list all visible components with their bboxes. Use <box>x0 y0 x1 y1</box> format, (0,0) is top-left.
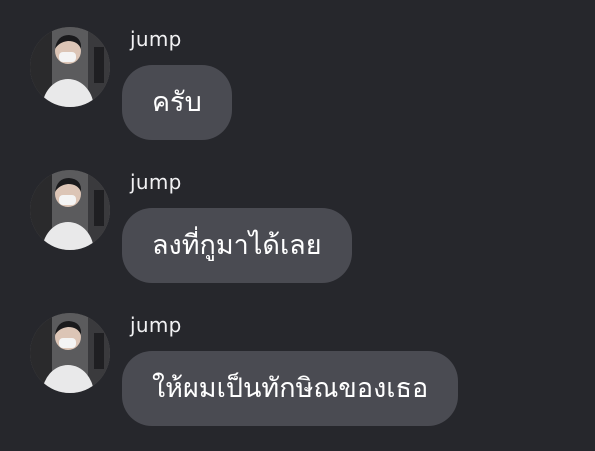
message-bubble[interactable]: ให้ผมเป็นทักษิณของเธอ <box>122 351 459 426</box>
message-bubble[interactable]: ครับ <box>122 65 232 140</box>
avatar[interactable] <box>30 27 110 107</box>
avatar-photo <box>30 170 110 250</box>
sender-name: jump <box>130 27 182 51</box>
avatar-photo <box>30 313 110 393</box>
avatar-photo <box>30 27 110 107</box>
avatar[interactable] <box>30 313 110 393</box>
message-row: jump ให้ผมเป็นทักษิณของเธอ <box>0 286 595 428</box>
message-row: jump ครับ <box>0 0 595 142</box>
message-row: jump ลงที่กูมาได้เลย <box>0 143 595 285</box>
avatar[interactable] <box>30 170 110 250</box>
message-bubble[interactable]: ลงที่กูมาได้เลย <box>122 208 352 283</box>
sender-name: jump <box>130 313 182 337</box>
sender-name: jump <box>130 170 182 194</box>
